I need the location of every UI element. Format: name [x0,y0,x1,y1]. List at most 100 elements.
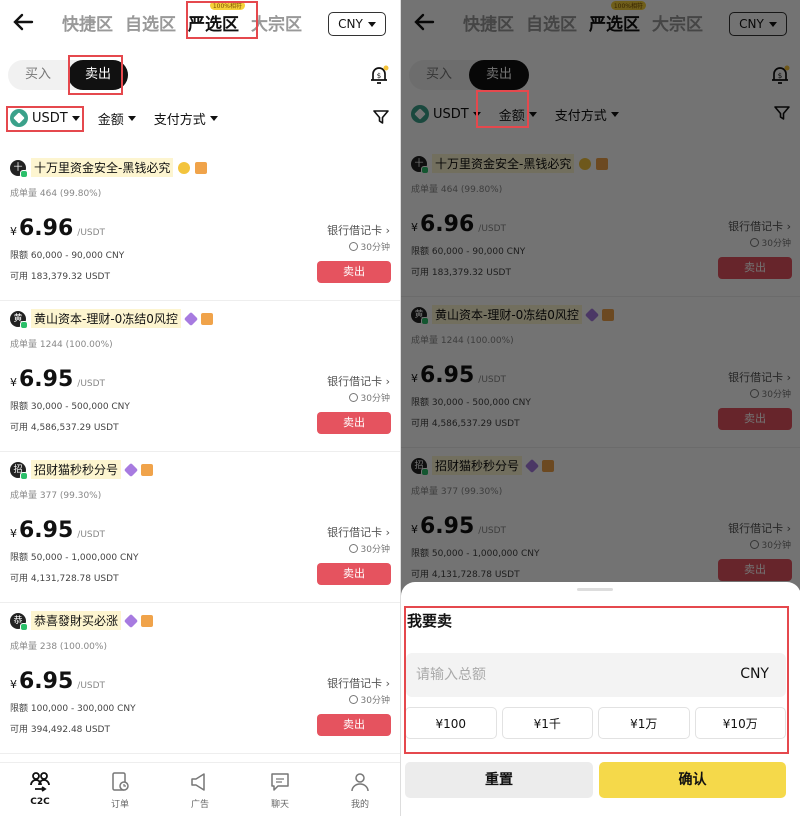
left-screen: 快捷区 自选区 严选区 100%相符 大宗区 CNY 买入 卖出 $ USDT 金… [0,0,400,816]
bottom-nav: C2C 订单 广告 聊天 我的 [0,762,400,816]
available-amount: 可用 4,586,537.29 USDT [10,423,119,433]
merchant: 恭 恭喜發財买必涨 [10,611,154,631]
tab-quick[interactable]: 快捷区 [62,10,113,35]
price-value: 6.95 [19,669,74,694]
listing-card[interactable]: 黄 黄山资本-理财-0冻结0风控 成单量 1244 (100.00%) ¥ 6.… [0,301,400,452]
clock-icon [348,695,358,704]
sell-tab[interactable]: 卖出 [68,60,128,90]
nav-label: 我的 [350,800,369,810]
usdt-coin-icon [10,109,28,127]
quick-amount-1k[interactable]: ¥1千 [501,707,593,739]
shield-badge-icon [200,312,213,325]
payment-filter-label: 支付方式 [153,112,206,128]
merchant-name[interactable]: 恭喜發財买必涨 [31,611,122,630]
coin-filter[interactable]: USDT [8,104,82,132]
nav-ads[interactable]: 广告 [160,763,240,816]
price: ¥ 6.95 /USDT [10,669,105,694]
back-arrow-icon[interactable] [10,8,38,36]
match-badge: 100%相符 [209,1,245,10]
price-unit: /USDT [77,379,106,389]
tab-bulk[interactable]: 大宗区 [251,10,302,35]
shield-badge-icon [141,463,154,476]
listing-card[interactable]: 十 十万里资金安全-黑钱必究 成单量 464 (99.80%) ¥ 6.96 /… [0,150,400,301]
tab-optional[interactable]: 自选区 [125,10,176,35]
buy-tab[interactable]: 买入 [8,60,68,90]
price-unit: /USDT [77,530,106,540]
merchant: 招 招财猫秒秒分号 [10,460,154,480]
clock-icon [348,242,358,251]
currency-symbol: ¥ [10,225,17,238]
chat-icon [271,773,289,791]
sheet-drag-handle[interactable] [577,588,613,591]
quick-amount-row: ¥100 ¥1千 ¥1万 ¥10万 [405,707,786,739]
payment-time: 30分钟 [348,693,390,706]
payment-method: 银行借记卡 › [327,677,390,690]
chevron-down-icon [209,115,218,121]
price: ¥ 6.95 /USDT [10,367,105,392]
merchant: 十 十万里资金安全-黑钱必究 [10,158,208,178]
profile-icon [351,773,369,792]
notification-bell-icon[interactable]: $ [368,64,390,86]
tab-strict[interactable]: 严选区 100%相符 [188,1,245,35]
price-unit: /USDT [77,228,106,238]
payment-filter[interactable]: 支付方式 [152,104,220,132]
currency-symbol: ¥ [10,376,17,389]
gold-medal-icon [178,161,191,174]
payment-method: 银行借记卡 › [327,224,390,237]
shield-badge-icon [195,161,208,174]
nav-chat[interactable]: 聊天 [240,763,320,816]
merchant-name[interactable]: 十万里资金安全-黑钱必究 [31,158,174,177]
sell-button[interactable]: 卖出 [317,412,391,434]
order-stats: 成单量 238 (100.00%) [10,642,107,652]
avatar: 黄 [10,310,28,329]
sell-button[interactable]: 卖出 [317,563,391,585]
diamond-badge-icon [123,462,139,477]
sell-amount-sheet: 我要卖 CNY ¥100 ¥1千 ¥1万 ¥10万 重置 确认 [401,582,800,816]
listing-card[interactable]: 招 招财猫秒秒分号 成单量 377 (99.30%) ¥ 6.95 /USDT … [0,452,400,603]
svg-text:$: $ [377,72,381,80]
payment-time-label: 30分钟 [360,696,390,706]
nav-profile[interactable]: 我的 [320,763,400,816]
order-stats: 成单量 1244 (100.00%) [10,340,113,350]
price: ¥ 6.95 /USDT [10,518,105,543]
right-screen: 快捷区 自选区 严选区100%相符 大宗区 CNY 买入 卖出 $ USDT 金… [401,0,800,816]
limit-range: 限额 60,000 - 90,000 CNY [10,251,125,261]
confirm-button[interactable]: 确认 [599,762,786,798]
payment-time-label: 30分钟 [360,394,390,404]
amount-filter[interactable]: 金额 [96,104,138,132]
limit-range: 限额 50,000 - 1,000,000 CNY [10,553,139,563]
listing-list: 十 十万里资金安全-黑钱必究 成单量 464 (99.80%) ¥ 6.96 /… [0,150,400,754]
nav-orders[interactable]: 订单 [80,763,160,816]
nav-c2c[interactable]: C2C [0,763,80,816]
filter-funnel-icon[interactable] [372,108,390,126]
merchant-name[interactable]: 黄山资本-理财-0冻结0风控 [31,309,181,328]
quick-amount-100k[interactable]: ¥10万 [694,707,786,739]
currency-label: CNY [338,17,363,31]
buy-sell-toggle: 买入 卖出 [8,60,128,90]
shield-badge-icon [141,614,154,627]
payment-time: 30分钟 [348,542,390,555]
price-value: 6.95 [19,367,74,392]
price-unit: /USDT [77,681,106,691]
ad-icon [191,773,205,791]
nav-label: 订单 [110,800,129,810]
price: ¥ 6.96 /USDT [10,216,105,241]
merchant-name[interactable]: 招财猫秒秒分号 [31,460,122,479]
limit-range: 限额 100,000 - 300,000 CNY [10,704,136,714]
currency-symbol: ¥ [10,527,17,540]
order-icon [112,772,129,791]
quick-amount-100[interactable]: ¥100 [405,707,497,739]
nav-label: 广告 [190,800,209,810]
currency-selector[interactable]: CNY [328,12,386,36]
amount-input[interactable] [416,653,696,697]
listing-card[interactable]: 恭 恭喜發財买必涨 成单量 238 (100.00%) ¥ 6.95 /USDT… [0,603,400,754]
amount-filter-label: 金额 [97,112,124,128]
merchant: 黄 黄山资本-理财-0冻结0风控 [10,309,213,329]
amount-field[interactable]: CNY [406,653,786,697]
limit-range: 限额 30,000 - 500,000 CNY [10,402,130,412]
quick-amount-10k[interactable]: ¥1万 [598,707,690,739]
sell-button[interactable]: 卖出 [317,714,391,736]
reset-button[interactable]: 重置 [405,762,593,798]
sell-button[interactable]: 卖出 [317,261,391,283]
clock-icon [348,544,358,553]
